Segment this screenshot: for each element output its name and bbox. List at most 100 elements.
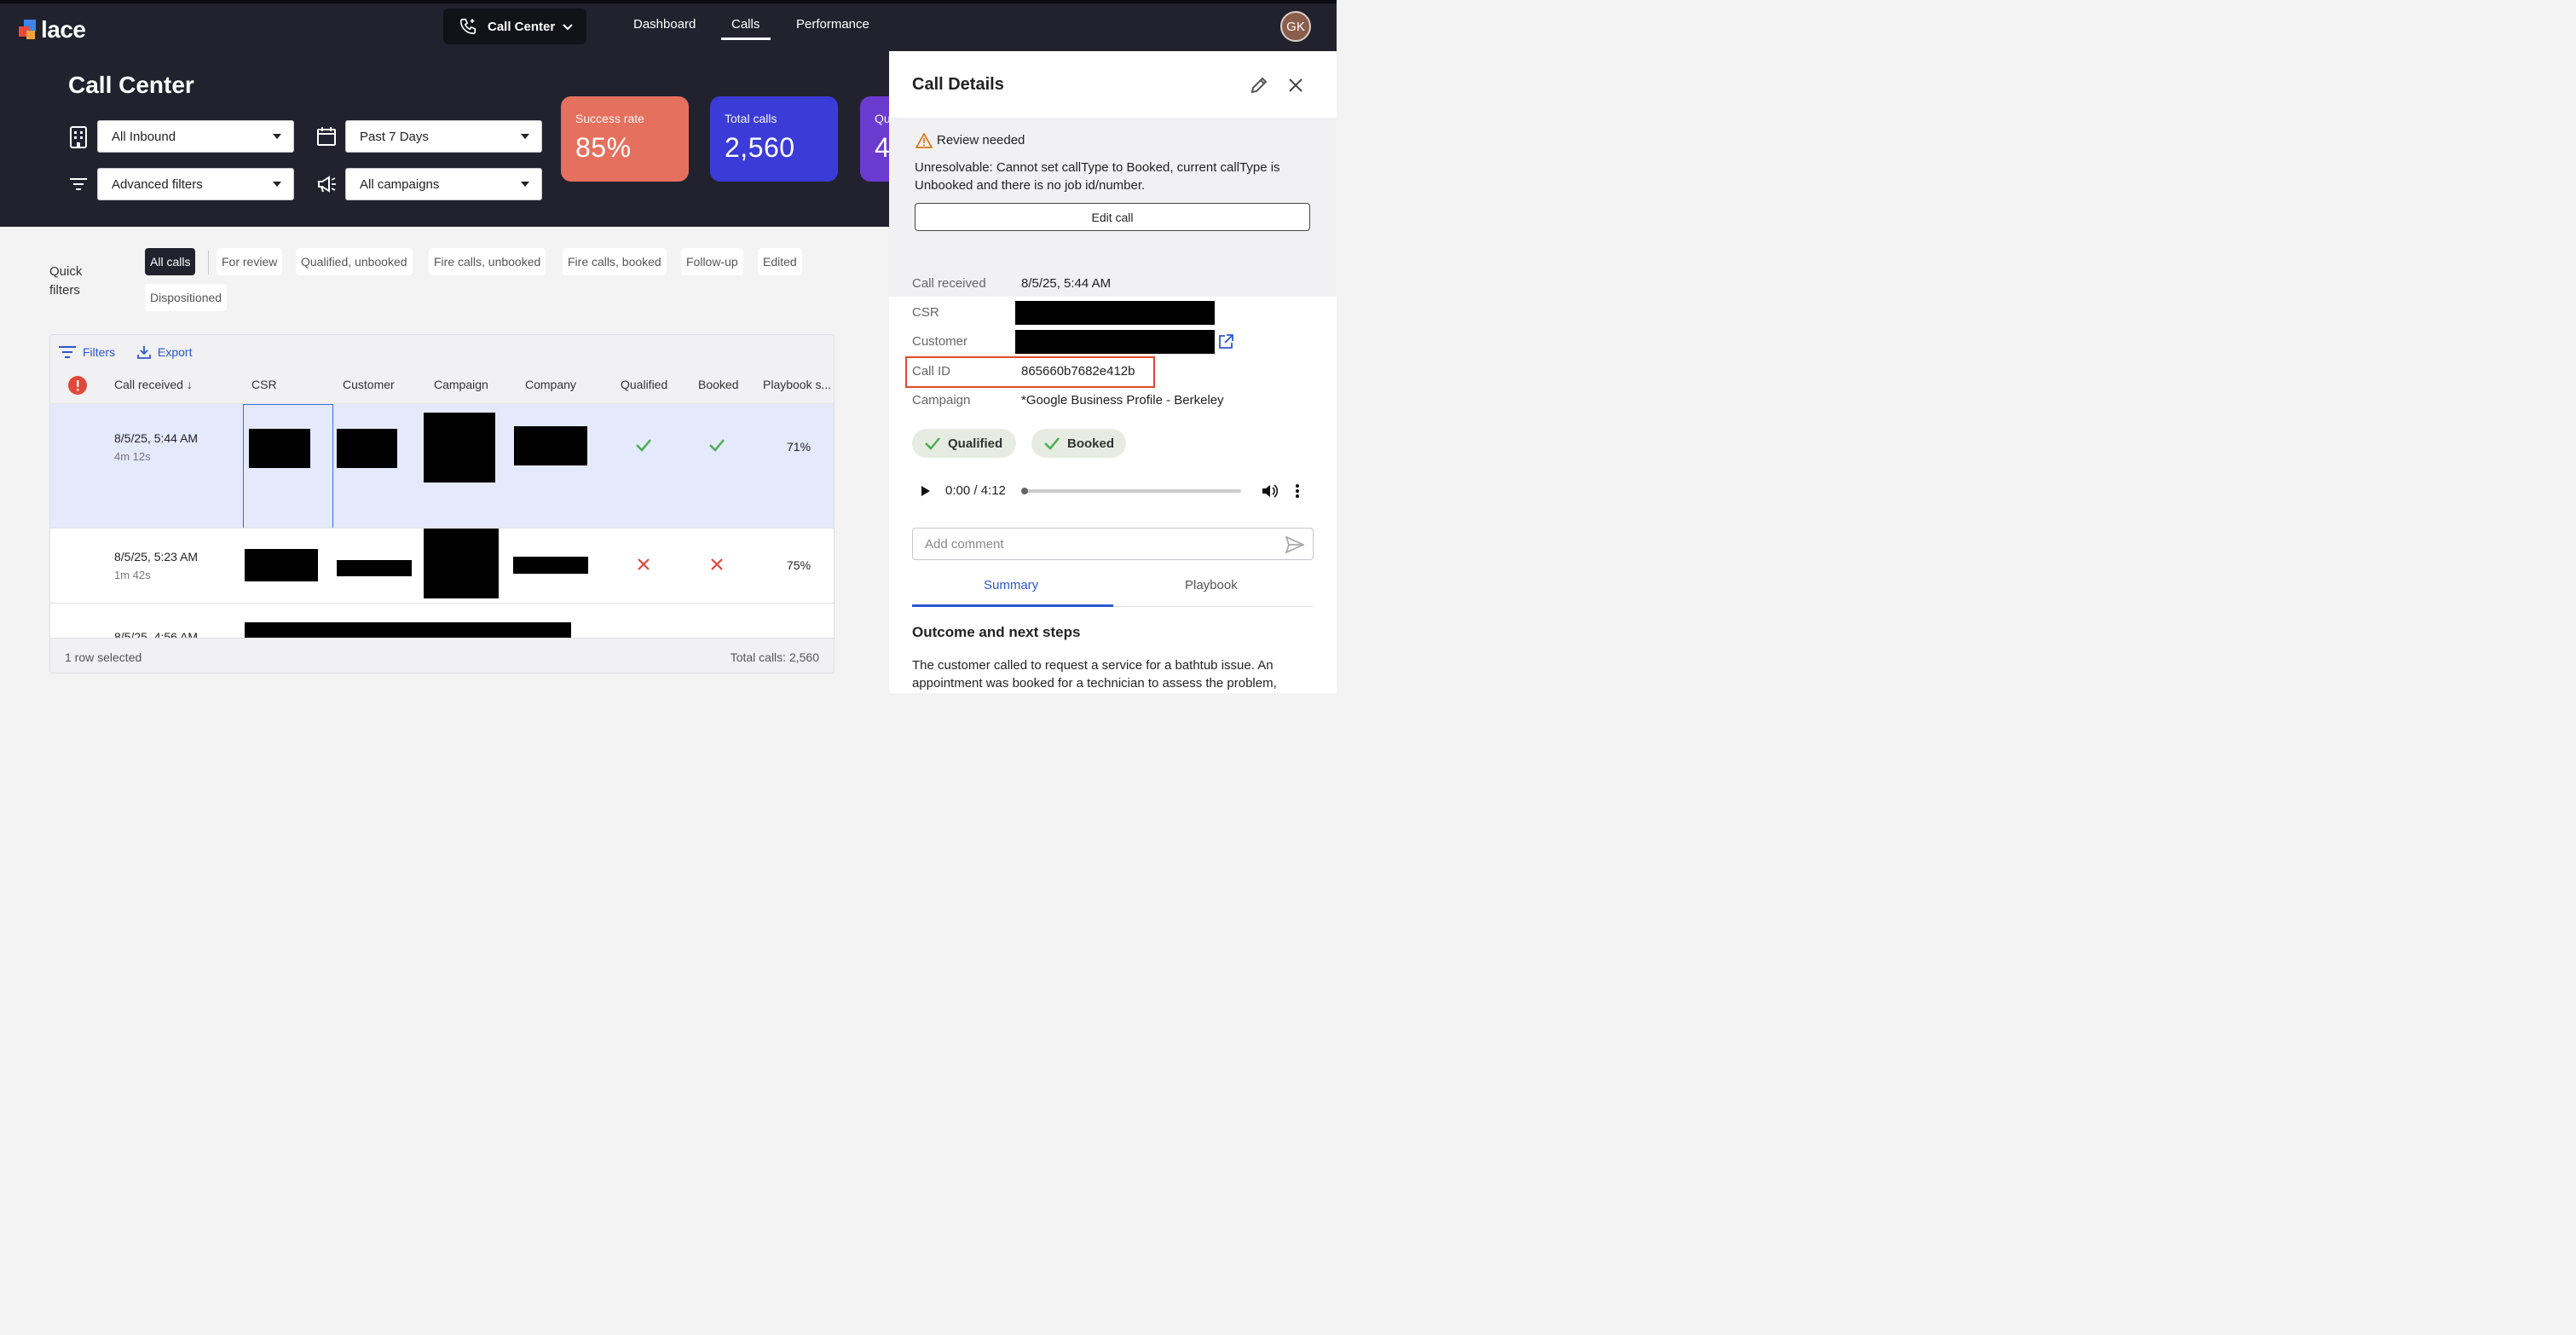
nav-dashboard[interactable]: Dashboard: [633, 17, 696, 32]
col-header-company[interactable]: Company: [525, 378, 576, 391]
col-header-qualified[interactable]: Qualified: [621, 378, 667, 391]
stat-value: 85%: [575, 132, 632, 163]
redacted-customer: [337, 429, 397, 468]
volume-icon[interactable]: [1262, 483, 1279, 499]
chip-dispositioned[interactable]: Dispositioned: [145, 284, 228, 311]
col-header-csr[interactable]: CSR: [251, 378, 277, 391]
audio-progress-track[interactable]: [1022, 489, 1241, 493]
caret-down-icon: [273, 134, 281, 139]
lace-logo[interactable]: lace: [19, 16, 86, 43]
comment-placeholder: Add comment: [925, 536, 1004, 552]
redacted-customer-value: [1015, 330, 1215, 354]
calendar-icon: [317, 127, 336, 146]
nav-calls[interactable]: Calls: [731, 17, 760, 32]
chip-for-review[interactable]: For review: [217, 248, 283, 275]
alert-circle-icon: [68, 376, 87, 395]
col-header-campaign[interactable]: Campaign: [434, 378, 488, 391]
close-icon[interactable]: [1288, 78, 1303, 93]
external-link-icon[interactable]: [1218, 334, 1233, 350]
outcome-text: The customer called to request a service…: [912, 658, 1277, 691]
redacted-csr-value: [1015, 301, 1215, 325]
review-message: Unresolvable: Cannot set callType to Boo…: [915, 160, 1280, 193]
chip-qualified-unbooked[interactable]: Qualified, unbooked: [296, 248, 413, 275]
redacted-company: [514, 426, 587, 465]
advanced-filters-select[interactable]: Advanced filters: [97, 168, 294, 200]
user-avatar[interactable]: GK: [1280, 11, 1311, 42]
date-range-select[interactable]: Past 7 Days: [345, 120, 542, 153]
chevron-down-icon: [563, 24, 573, 31]
stat-card-success-rate[interactable]: Success rate 85%: [561, 96, 689, 182]
redacted-csr: [245, 549, 318, 581]
col-header-playbook[interactable]: Playbook s...: [763, 378, 831, 391]
redacted-campaign: [424, 413, 495, 483]
chip-edited[interactable]: Edited: [758, 248, 802, 275]
nav-performance[interactable]: Performance: [796, 17, 869, 32]
table-row[interactable]: 8/5/25, 5:44 AM 4m 12s 71%: [50, 403, 834, 529]
qualified-badge: Qualified: [912, 429, 1016, 458]
col-header-booked[interactable]: Booked: [698, 378, 738, 391]
outcome-heading: Outcome and next steps: [912, 624, 1081, 640]
table-row[interactable]: 8/5/25, 5:23 AM 1m 42s 75%: [50, 528, 834, 603]
check-icon: [925, 437, 940, 450]
pencil-icon[interactable]: [1250, 76, 1268, 95]
call-id-value: 865660b7682e412b: [1021, 364, 1135, 379]
caret-down-icon: [521, 134, 529, 139]
logo-text: lace: [41, 16, 86, 43]
more-vertical-icon[interactable]: [1295, 483, 1300, 500]
campaign-value: *Google Business Profile - Berkeley: [1021, 393, 1224, 407]
booked-badge: Booked: [1031, 429, 1126, 458]
add-comment-input[interactable]: Add comment: [912, 528, 1314, 560]
row-playbook-score: 75%: [787, 558, 811, 572]
table-footer: 1 row selected Total calls: 2,560: [50, 638, 834, 673]
check-icon: [1044, 437, 1060, 450]
chip-fire-calls-unbooked[interactable]: Fire calls, unbooked: [429, 248, 546, 275]
tab-summary[interactable]: Summary: [984, 578, 1038, 592]
chip-separator: [208, 251, 209, 275]
play-icon[interactable]: [921, 485, 931, 497]
check-icon: [636, 439, 651, 452]
redacted-row-data: [245, 622, 571, 639]
megaphone-icon: [318, 176, 336, 193]
switcher-label: Call Center: [488, 19, 556, 34]
tab-active-indicator: [912, 604, 1113, 607]
table-row[interactable]: 8/5/25, 4:56 AM: [50, 603, 834, 639]
call-received-value: 8/5/25, 5:44 AM: [1021, 276, 1112, 291]
filters-label: Filters: [83, 345, 116, 359]
call-details-panel: Call Details Review needed Unresolvable:…: [889, 51, 1337, 693]
row-duration: 4m 12s: [114, 450, 151, 463]
check-icon: [709, 439, 725, 452]
col-header-customer[interactable]: Customer: [343, 378, 395, 391]
col-header-call-received[interactable]: Call received ↓: [114, 378, 193, 391]
table-toolbar: Filters Export Call received ↓ CSR Custo…: [50, 335, 834, 403]
call-center-switcher[interactable]: Call Center: [443, 9, 586, 44]
redacted-csr: [249, 429, 310, 468]
direction-filter-select[interactable]: All Inbound: [97, 120, 294, 153]
filter-lines-icon: [59, 346, 76, 358]
chip-follow-up[interactable]: Follow-up: [681, 248, 743, 275]
details-title: Call Details: [912, 75, 1004, 94]
chip-fire-calls-booked[interactable]: Fire calls, booked: [563, 248, 667, 275]
x-icon: [638, 558, 650, 570]
quick-filters-label: Quick filters: [49, 264, 83, 298]
review-title: Review needed: [937, 133, 1025, 147]
call-received-label: Call received: [912, 276, 986, 291]
send-icon[interactable]: [1285, 536, 1304, 553]
x-icon: [711, 558, 723, 570]
chip-all-calls[interactable]: All calls: [145, 248, 196, 275]
building-icon: [70, 126, 87, 148]
export-button[interactable]: Export: [137, 345, 192, 359]
download-icon: [137, 346, 151, 359]
stat-label: Success rate: [575, 112, 644, 125]
stat-card-partial[interactable]: Qu 4: [860, 96, 889, 182]
tab-playbook[interactable]: Playbook: [1185, 578, 1238, 592]
redacted-campaign: [424, 529, 499, 598]
row-date: 8/5/25, 5:44 AM: [114, 431, 199, 445]
stat-card-total-calls[interactable]: Total calls 2,560: [710, 96, 838, 182]
campaigns-select[interactable]: All campaigns: [345, 168, 542, 200]
edit-call-button[interactable]: Edit call: [915, 203, 1310, 231]
filters-button[interactable]: Filters: [59, 345, 115, 359]
row-duration: 1m 42s: [114, 569, 151, 581]
audio-progress-handle[interactable]: [1021, 488, 1028, 494]
row-playbook-score: 71%: [787, 440, 811, 454]
warning-triangle-icon: [915, 133, 933, 148]
